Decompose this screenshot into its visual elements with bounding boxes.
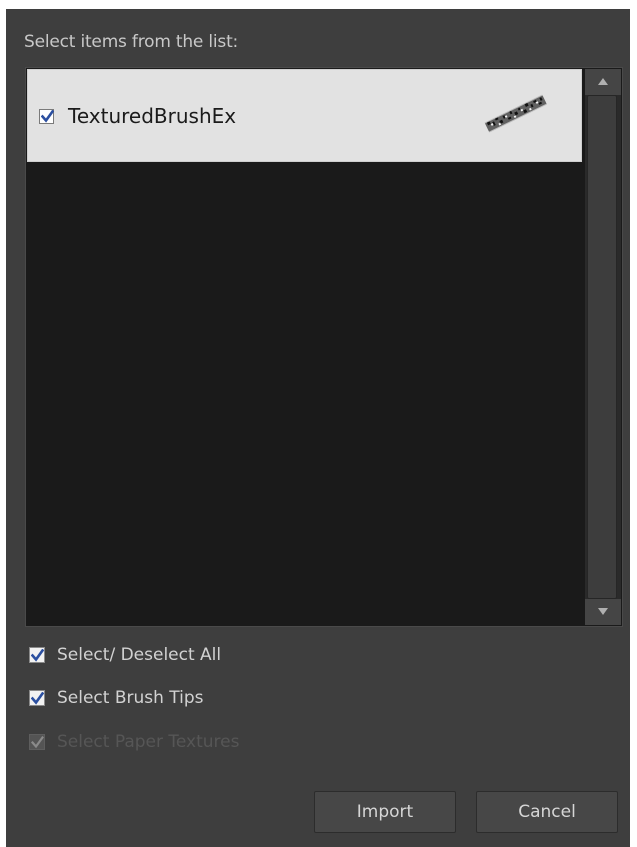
list-prompt: Select items from the list: <box>24 32 239 52</box>
item-checkbox[interactable] <box>39 109 54 124</box>
arrow-down-icon <box>598 608 608 615</box>
scroll-thumb[interactable] <box>587 95 617 599</box>
vertical-scrollbar[interactable] <box>585 69 621 625</box>
select-paper-textures-checkbox <box>29 734 45 750</box>
cancel-button[interactable]: Cancel <box>476 791 618 833</box>
select-paper-textures-label: Select Paper Textures <box>57 732 240 752</box>
checkmark-icon <box>41 110 54 123</box>
items-listbox[interactable]: TexturedBrushEx <box>25 67 623 627</box>
import-dialog: Select items from the list: TexturedBrus… <box>6 9 630 847</box>
checkmark-icon <box>31 649 44 662</box>
scroll-up-button[interactable] <box>585 69 621 95</box>
list-area: TexturedBrushEx <box>26 68 583 626</box>
arrow-up-icon <box>598 78 608 85</box>
list-item[interactable]: TexturedBrushEx <box>27 69 582 162</box>
item-label: TexturedBrushEx <box>68 104 237 128</box>
select-brush-tips-checkbox[interactable] <box>29 690 45 706</box>
select-all-label: Select/ Deselect All <box>57 645 222 665</box>
checkmark-icon <box>31 692 44 705</box>
select-brush-tips-label: Select Brush Tips <box>57 688 204 708</box>
textured-brush-stroke-icon <box>480 92 552 140</box>
scroll-down-button[interactable] <box>585 599 621 625</box>
select-all-checkbox[interactable] <box>29 647 45 663</box>
import-button[interactable]: Import <box>314 791 456 833</box>
checkmark-icon <box>31 736 44 749</box>
